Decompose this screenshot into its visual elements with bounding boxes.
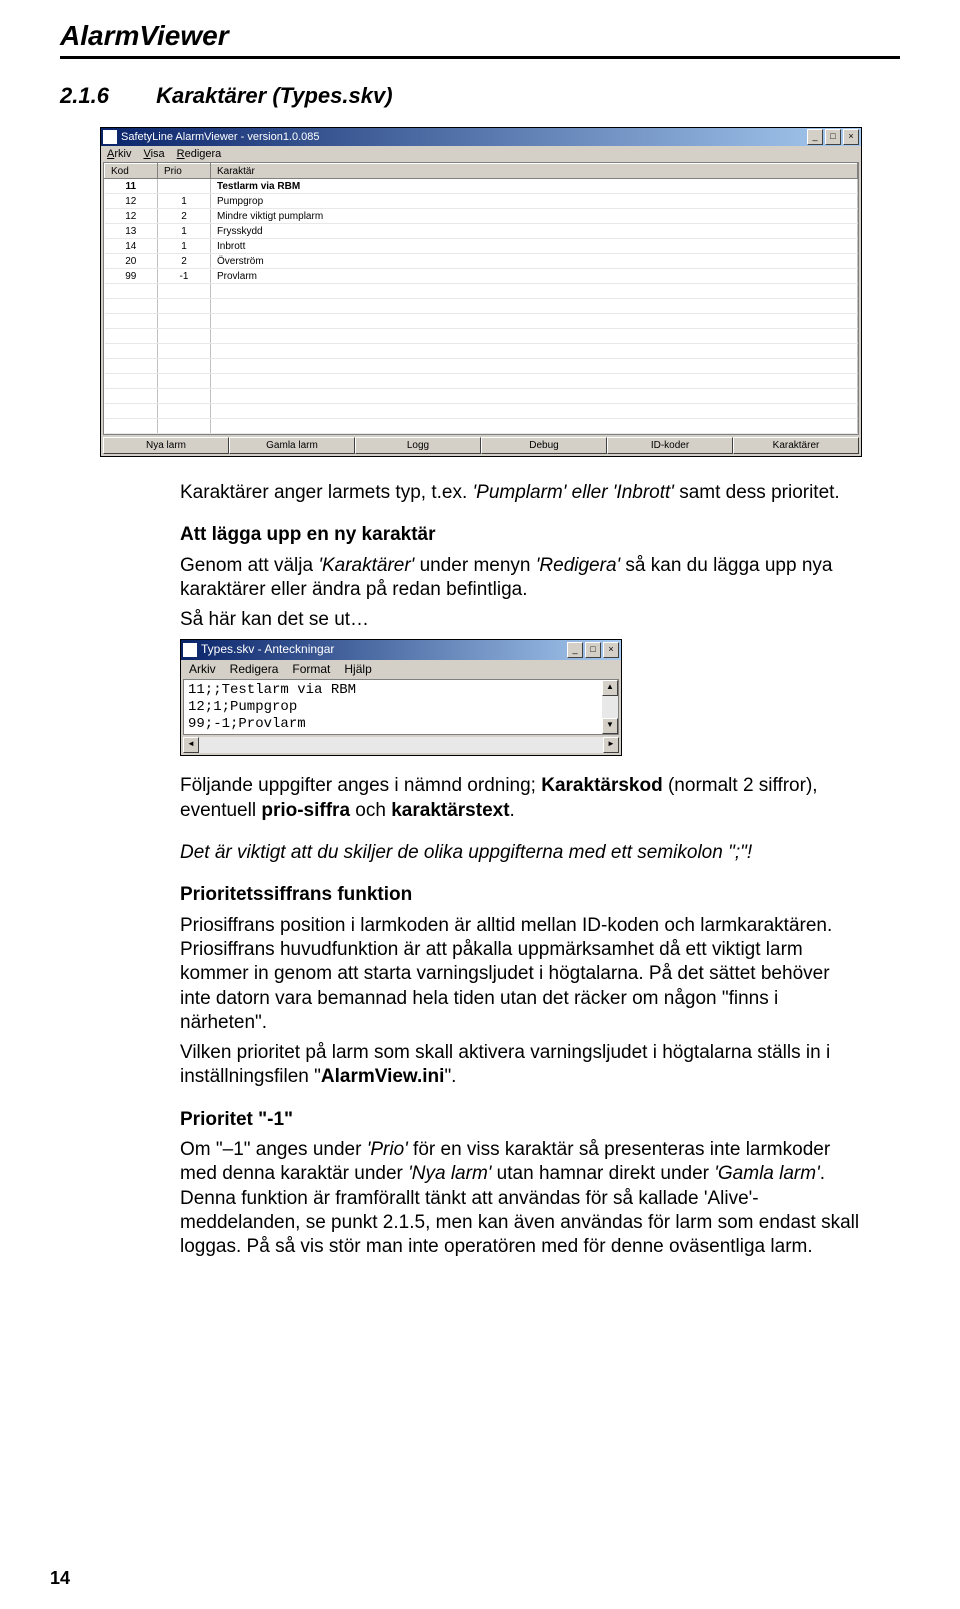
scroll-left-icon[interactable]: ◄ (183, 737, 199, 753)
notepad-minimize-button[interactable]: _ (567, 642, 583, 658)
table-row (105, 389, 858, 404)
section-heading: 2.1.6 Karaktärer (Types.skv) (60, 83, 900, 109)
table-row[interactable]: 141Inbrott (105, 239, 858, 254)
table-row (105, 344, 858, 359)
scroll-down-icon[interactable]: ▼ (602, 718, 618, 734)
app-menubar: Arkiv Visa Redigera (101, 146, 861, 162)
data-grid: Kod Prio Karaktär 11Testlarm via RBM121P… (103, 162, 859, 435)
page-number: 14 (50, 1568, 70, 1589)
notepad-maximize-button[interactable]: □ (585, 642, 601, 658)
table-row (105, 284, 858, 299)
notepad-menu-hjalp[interactable]: Hjälp (344, 662, 371, 677)
menu-visa[interactable]: Visa (143, 148, 164, 160)
section-number: 2.1.6 (60, 83, 150, 109)
table-row (105, 329, 858, 344)
notepad-menu-format[interactable]: Format (292, 662, 330, 677)
notepad-icon (183, 643, 197, 657)
tab-bar: Nya larm Gamla larm Logg Debug ID-koder … (101, 435, 861, 456)
table-row[interactable]: 121Pumpgrop (105, 194, 858, 209)
scrollbar-horizontal[interactable]: ◄ ► (183, 737, 619, 753)
table-row[interactable]: 99-1Provlarm (105, 269, 858, 284)
table-row (105, 359, 858, 374)
maximize-button[interactable]: □ (825, 129, 841, 145)
table-row[interactable]: 131Frysskydd (105, 224, 858, 239)
table-row (105, 374, 858, 389)
fields-paragraph: Följande uppgifter anges i nämnd ordning… (180, 774, 860, 823)
notepad-textarea[interactable]: 11;;Testlarm via RBM 12;1;Pumpgrop 99;-1… (184, 680, 602, 734)
scroll-right-icon[interactable]: ► (603, 737, 619, 753)
notepad-close-button[interactable]: × (603, 642, 619, 658)
neg-heading: Prioritet "-1" (180, 1108, 860, 1132)
section-title-text: Karaktärer (Types.skv) (156, 83, 392, 108)
col-karaktar[interactable]: Karaktär (211, 164, 858, 179)
prio-heading: Prioritetssiffrans funktion (180, 883, 860, 907)
scroll-up-icon[interactable]: ▲ (602, 680, 618, 696)
intro-paragraph: Karaktärer anger larmets typ, t.ex. 'Pum… (180, 481, 860, 505)
notepad-menubar: Arkiv Redigera Format Hjälp (181, 660, 621, 679)
table-row[interactable]: 122Mindre viktigt pumplarm (105, 209, 858, 224)
minimize-button[interactable]: _ (807, 129, 823, 145)
notepad-menu-redigera[interactable]: Redigera (230, 662, 279, 677)
app-title: SafetyLine AlarmViewer - version1.0.085 (121, 131, 320, 143)
app-titlebar: SafetyLine AlarmViewer - version1.0.085 … (101, 128, 861, 146)
table-row[interactable]: 202Överström (105, 254, 858, 269)
semicolon-note: Det är viktigt att du skiljer de olika u… (180, 841, 860, 865)
page-title: AlarmViewer (60, 20, 900, 52)
tab-gamla-larm[interactable]: Gamla larm (229, 437, 355, 454)
table-row (105, 404, 858, 419)
table-row (105, 419, 858, 434)
tab-logg[interactable]: Logg (355, 437, 481, 454)
table-row[interactable]: 11Testlarm via RBM (105, 179, 858, 194)
menu-redigera[interactable]: Redigera (177, 148, 222, 160)
header-rule (60, 56, 900, 59)
notepad-window: Types.skv - Anteckningar _ □ × Arkiv Red… (180, 639, 622, 757)
table-row (105, 299, 858, 314)
col-kod[interactable]: Kod (105, 164, 158, 179)
col-prio[interactable]: Prio (158, 164, 211, 179)
add-heading: Att lägga upp en ny karaktär (180, 523, 860, 547)
notepad-menu-arkiv[interactable]: Arkiv (189, 662, 216, 677)
tab-debug[interactable]: Debug (481, 437, 607, 454)
notepad-titlebar: Types.skv - Anteckningar _ □ × (181, 640, 621, 660)
tab-karaktarer[interactable]: Karaktärer (733, 437, 859, 454)
tab-id-koder[interactable]: ID-koder (607, 437, 733, 454)
close-button[interactable]: × (843, 129, 859, 145)
tab-nya-larm[interactable]: Nya larm (103, 437, 229, 454)
add-example-lead: Så här kan det se ut… (180, 608, 860, 632)
prio-paragraph-2: Vilken prioritet på larm som skall aktiv… (180, 1041, 860, 1090)
menu-arkiv[interactable]: Arkiv (107, 148, 131, 160)
prio-paragraph-1: Priosiffrans position i larmkoden är all… (180, 914, 860, 1036)
app-window: SafetyLine AlarmViewer - version1.0.085 … (100, 127, 862, 457)
scrollbar-vertical[interactable]: ▲ ▼ (602, 680, 618, 734)
table-row (105, 314, 858, 329)
notepad-title: Types.skv - Anteckningar (201, 642, 334, 657)
neg-paragraph: Om "–1" anges under 'Prio' för en viss k… (180, 1138, 860, 1260)
app-icon (103, 130, 117, 144)
add-paragraph: Genom att välja 'Karaktärer' under menyn… (180, 554, 860, 603)
